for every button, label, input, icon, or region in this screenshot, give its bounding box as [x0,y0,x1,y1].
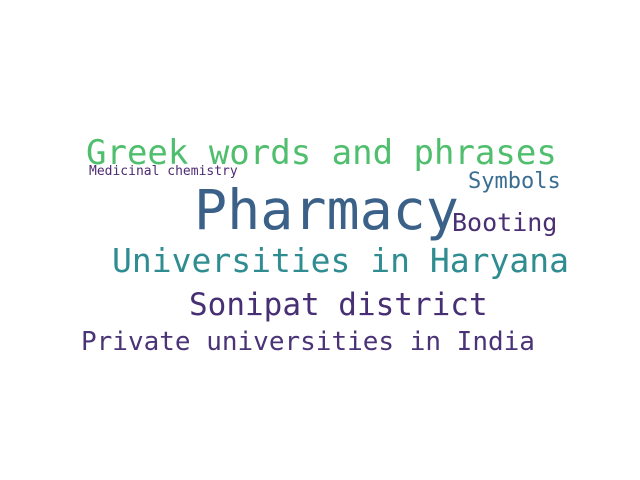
word-medicinal-chemistry: Medicinal chemistry [89,164,238,179]
word-pharmacy: Pharmacy [194,178,459,242]
word-symbols: Symbols [468,169,561,194]
word-private-universities-in-india: Private universities in India [81,327,535,357]
word-booting: Booting [452,208,558,237]
word-sonipat-district: Sonipat district [189,287,488,323]
word-universities-in-haryana: Universities in Haryana [112,241,569,280]
word-cloud: Greek words and phrases Medicinal chemis… [0,0,640,480]
